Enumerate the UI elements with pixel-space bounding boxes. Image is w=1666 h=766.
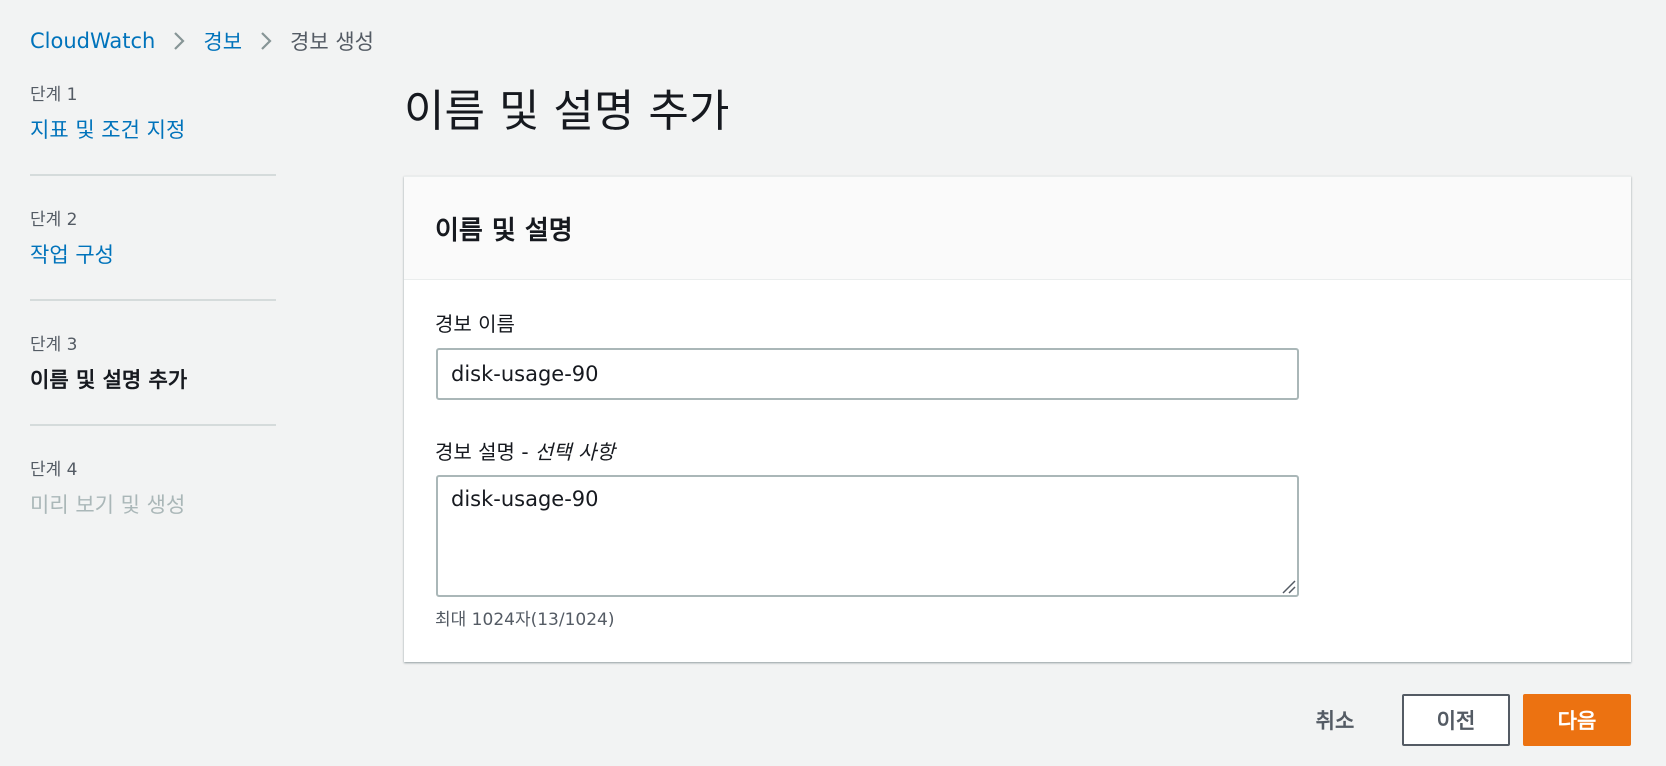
alarm-description-textarea[interactable]: disk-usage-90 bbox=[436, 475, 1299, 597]
panel-header: 이름 및 설명 bbox=[404, 177, 1631, 280]
divider bbox=[30, 424, 276, 426]
breadcrumb-cloudwatch-link[interactable]: CloudWatch bbox=[30, 29, 155, 53]
wizard-step-3: 단계 3 이름 및 설명 추가 bbox=[30, 334, 276, 394]
wizard-actions: 취소 이전 다음 bbox=[0, 694, 1666, 746]
step-number: 단계 1 bbox=[30, 85, 78, 105]
wizard-step-2: 단계 2 작업 구성 bbox=[30, 209, 276, 269]
optional-label: 선택 사항 bbox=[534, 440, 615, 464]
step-link-configure-actions[interactable]: 작업 구성 bbox=[30, 241, 276, 269]
name-description-panel: 이름 및 설명 경보 이름 경보 설명 - 선택 사항 disk-usage-9… bbox=[404, 176, 1631, 662]
alarm-description-label: 경보 설명 - 선택 사항 bbox=[435, 436, 615, 465]
step-number: 단계 4 bbox=[30, 460, 78, 480]
step-disabled-preview: 미리 보기 및 생성 bbox=[30, 493, 186, 517]
character-count-hint: 최대 1024자(13/1024) bbox=[435, 610, 615, 630]
chevron-right-icon bbox=[155, 26, 203, 56]
wizard-step-1: 단계 1 지표 및 조건 지정 bbox=[30, 84, 276, 144]
alarm-name-label: 경보 이름 bbox=[435, 312, 515, 336]
divider bbox=[30, 174, 276, 176]
breadcrumb-current: 경보 생성 bbox=[290, 30, 374, 54]
wizard-step-4: 단계 4 미리 보기 및 생성 bbox=[30, 459, 276, 519]
next-button[interactable]: 다음 bbox=[1523, 694, 1631, 746]
cancel-button[interactable]: 취소 bbox=[1305, 694, 1365, 746]
page-title: 이름 및 설명 추가 bbox=[404, 86, 730, 137]
step-number: 단계 2 bbox=[30, 210, 78, 230]
chevron-right-icon bbox=[242, 26, 290, 56]
step-number: 단계 3 bbox=[30, 335, 78, 355]
resize-handle-icon[interactable] bbox=[1280, 578, 1296, 594]
description-label-text: 경보 설명 - bbox=[435, 440, 535, 464]
wizard-steps: 단계 1 지표 및 조건 지정 단계 2 작업 구성 단계 3 이름 및 설명 … bbox=[30, 84, 276, 519]
previous-button[interactable]: 이전 bbox=[1402, 694, 1510, 746]
divider bbox=[30, 299, 276, 301]
panel-title: 이름 및 설명 bbox=[435, 215, 573, 246]
step-link-specify-metric[interactable]: 지표 및 조건 지정 bbox=[30, 116, 276, 144]
alarm-name-input[interactable] bbox=[436, 348, 1299, 400]
breadcrumb-alarms-link[interactable]: 경보 bbox=[203, 26, 242, 56]
breadcrumb: CloudWatch 경보 경보 생성 bbox=[30, 26, 374, 56]
step-current-add-name: 이름 및 설명 추가 bbox=[30, 368, 188, 392]
